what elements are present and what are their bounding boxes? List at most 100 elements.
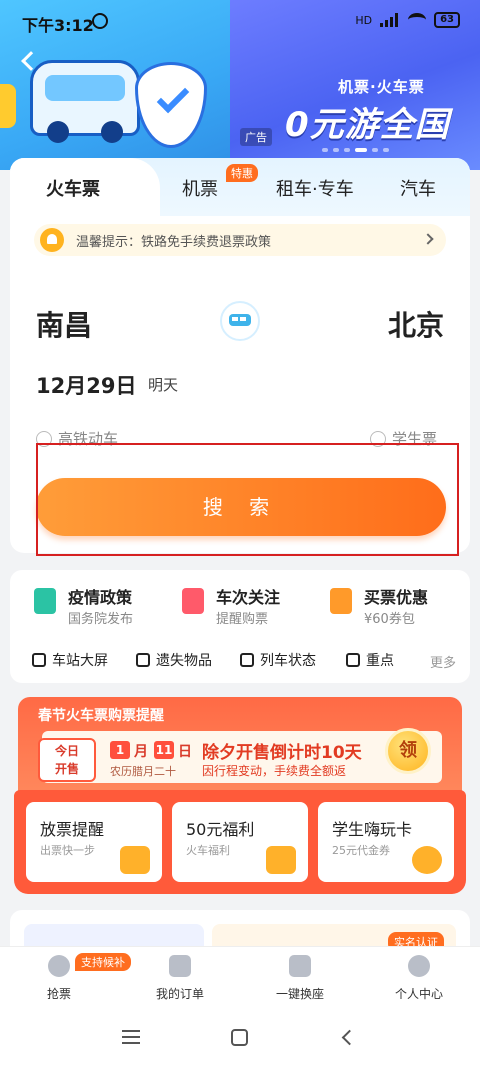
nav-my-orders[interactable]: 我的订单	[135, 955, 225, 1002]
service-title: 车次关注	[216, 588, 281, 607]
signal-bar	[385, 20, 389, 27]
chevron-right-icon	[422, 233, 434, 245]
flight-badge: 特惠	[226, 164, 258, 182]
service-subtitle: ¥60券包	[364, 612, 415, 627]
service-title: 买票优惠	[364, 588, 429, 607]
lunar-date: 农历腊月二十	[110, 765, 176, 778]
notice-bar[interactable]: 温馨提示：铁路免手续费退票政策	[34, 224, 446, 256]
bottom-navigation: 抢票 我的订单 一键换座 个人中心	[0, 946, 480, 1010]
countdown-subtext: 因行程变动，手续费全额返	[202, 764, 347, 778]
battery-icon: 63	[434, 12, 460, 28]
day-number: 11	[154, 741, 174, 759]
quick-station-screen[interactable]: 车站大屏	[32, 650, 108, 670]
train-icon	[240, 653, 254, 667]
promo-card-title: 50元福利	[186, 820, 255, 839]
promo-card-welfare[interactable]: 50元福利 火车福利	[172, 802, 308, 882]
tab-train[interactable]: 火车票	[46, 175, 100, 201]
status-time: 下午3:12	[22, 16, 94, 35]
bus-wheel	[101, 121, 123, 143]
quick-key-passenger[interactable]: 重点	[346, 650, 394, 670]
departure-date[interactable]: 12月29日	[36, 370, 136, 400]
today-label: 今日	[54, 744, 79, 758]
more-button[interactable]: 更多	[430, 652, 456, 671]
nav-label: 个人中心	[394, 987, 443, 1001]
bus-window	[45, 75, 125, 101]
highlight-box	[36, 443, 459, 556]
carousel-dot	[383, 148, 389, 152]
signal-bar	[390, 17, 394, 27]
banner-title: 0元游全国	[285, 105, 450, 145]
today-sale-badge: 今日 开售	[38, 738, 96, 782]
month-unit: 月	[134, 744, 148, 760]
promo-card-title: 放票提醒	[40, 820, 105, 839]
nav-label: 我的订单	[155, 987, 204, 1001]
quick-train-status[interactable]: 列车状态	[240, 650, 316, 670]
network-type: HD	[355, 13, 373, 27]
promo-card-subtitle: 火车福利	[186, 844, 230, 857]
quick-label: 列车状态	[260, 653, 316, 669]
nav-profile[interactable]: 个人中心	[374, 955, 464, 1002]
carousel-dots	[322, 148, 389, 152]
status-icons: HD 63	[355, 12, 460, 28]
signal-bar	[395, 13, 399, 27]
day-unit: 日	[178, 744, 192, 760]
shield-icon	[135, 62, 207, 148]
sale-label: 开售	[54, 762, 79, 776]
signal-bar	[380, 23, 384, 27]
gift-icon	[266, 846, 296, 874]
countdown-text: 除夕开售倒计时10天	[202, 743, 362, 763]
waitlist-badge: 支持候补	[75, 953, 131, 971]
order-icon	[169, 955, 191, 977]
nav-change-seat[interactable]: 一键换座	[255, 955, 345, 1002]
seat-icon	[289, 955, 311, 977]
tab-bus[interactable]: 汽车	[400, 175, 436, 201]
nav-label: 抢票	[46, 987, 71, 1001]
quick-label: 遗失物品	[156, 653, 212, 669]
system-navigation-bar	[0, 1010, 480, 1067]
nav-label: 一键换座	[275, 987, 324, 1001]
promo-card-title: 学生嗨玩卡	[332, 820, 413, 839]
swap-cities-icon[interactable]	[220, 301, 260, 341]
carousel-dot	[322, 148, 328, 152]
promo-card-release-reminder[interactable]: 放票提醒 出票快一步	[26, 802, 162, 882]
banner-tag-shape	[0, 84, 16, 128]
lost-item-icon	[136, 653, 150, 667]
banner-subtitle: 机票·火车票	[338, 78, 425, 96]
home-icon[interactable]	[231, 1029, 248, 1046]
quick-lost-items[interactable]: 遗失物品	[136, 650, 212, 670]
notice-text: 温馨提示：铁路免手续费退票政策	[76, 235, 272, 250]
alarm-icon	[92, 13, 108, 29]
coupon-icon	[330, 588, 352, 614]
tab-flight[interactable]: 机票	[182, 175, 218, 201]
from-city[interactable]: 南昌	[36, 304, 92, 344]
services-panel: 疫情政策 国务院发布 车次关注 提醒购票 买票优惠 ¥60券包 车站大屏 遗失物…	[10, 570, 470, 683]
promo-card-student[interactable]: 学生嗨玩卡 25元代金券	[318, 802, 454, 882]
service-title: 疫情政策	[68, 588, 133, 607]
document-icon	[34, 588, 56, 614]
calendar-icon	[120, 846, 150, 874]
to-city[interactable]: 北京	[388, 304, 444, 344]
user-icon	[408, 955, 430, 977]
menu-icon[interactable]	[122, 1030, 140, 1044]
promo-title: 春节火车票购票提醒	[38, 708, 164, 724]
carousel-dot	[344, 148, 350, 152]
quick-label: 重点	[366, 653, 394, 669]
month-number: 1	[110, 741, 130, 759]
signal-icon	[380, 13, 400, 27]
promo-card-subtitle: 25元代金券	[332, 844, 390, 857]
claim-button[interactable]: 领	[385, 728, 431, 774]
back-icon[interactable]	[341, 1029, 358, 1046]
tab-car-rental[interactable]: 租车·专车	[276, 175, 354, 201]
wifi-icon	[408, 13, 427, 27]
bus-wheel	[47, 121, 69, 143]
carousel-dot-active	[355, 148, 367, 152]
screen-icon	[32, 653, 46, 667]
departure-day: 明天	[148, 376, 179, 394]
transport-tabs: 火车票 机票 特惠 租车·专车 汽车	[10, 158, 470, 216]
service-subtitle: 国务院发布	[68, 612, 134, 627]
bell-icon	[40, 228, 64, 252]
ad-tag: 广告	[240, 128, 272, 146]
service-subtitle: 提醒购票	[216, 612, 269, 627]
promo-card-subtitle: 出票快一步	[40, 844, 95, 857]
check-icon	[156, 80, 190, 114]
